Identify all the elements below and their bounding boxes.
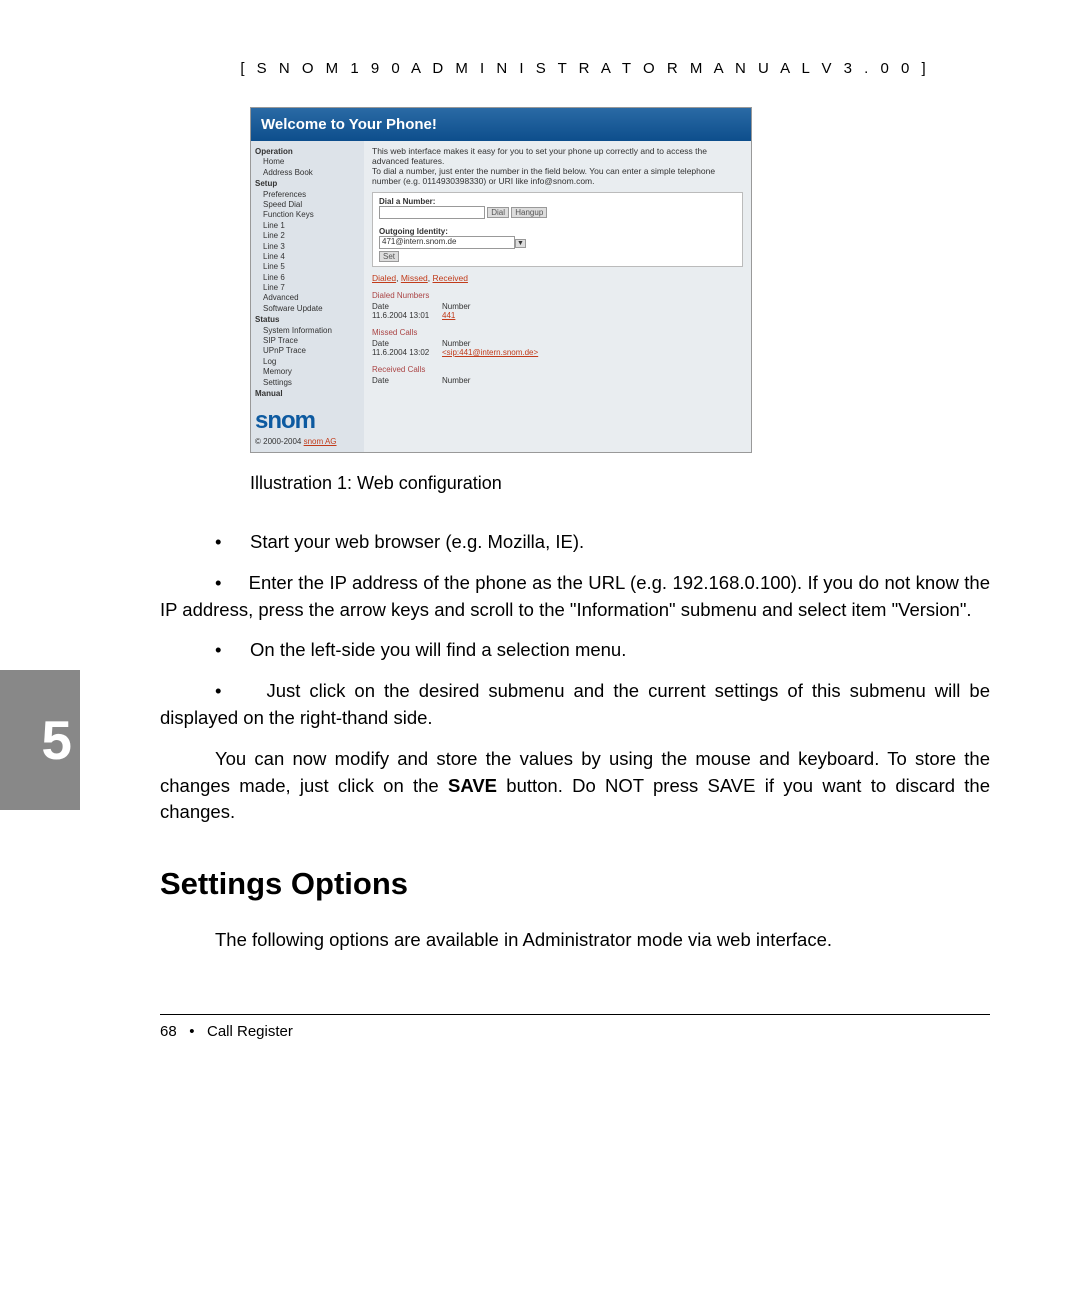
dial-button: Dial <box>487 207 509 218</box>
sidebar-item: System Information <box>255 326 360 336</box>
sidebar-item: Advanced <box>255 293 360 303</box>
sidebar-item: Line 6 <box>255 273 360 283</box>
sidebar-item: Line 4 <box>255 252 360 262</box>
web-config-screenshot: Welcome to Your Phone! Operation Home Ad… <box>250 107 752 453</box>
screenshot-sidebar: Operation Home Address Book Setup Prefer… <box>251 141 364 452</box>
sidebar-item: Line 3 <box>255 242 360 252</box>
sidebar-item: Log <box>255 357 360 367</box>
col-date: Date <box>372 339 442 348</box>
col-number: Number <box>442 302 470 311</box>
col-date: Date <box>372 302 442 311</box>
cell-date: 11.6.2004 13:02 <box>372 348 442 357</box>
chapter-number-tab: 5 <box>0 670 80 810</box>
sidebar-item: Line 5 <box>255 262 360 272</box>
sidebar-item: Home <box>255 157 360 167</box>
page-header: [ S N O M 1 9 0 A D M I N I S T R A T O … <box>180 60 990 77</box>
sidebar-item: SIP Trace <box>255 336 360 346</box>
illustration-caption: Illustration 1: Web configuration <box>250 473 990 494</box>
bullet-1: Start your web browser (e.g. Mozilla, IE… <box>250 531 584 552</box>
sidebar-item: Line 7 <box>255 283 360 293</box>
sidebar-item: UPnP Trace <box>255 346 360 356</box>
col-number: Number <box>442 339 470 348</box>
col-number: Number <box>442 376 470 385</box>
sidebar-item: Line 1 <box>255 221 360 231</box>
set-button: Set <box>379 251 399 262</box>
received-heading: Received Calls <box>372 365 743 374</box>
sidebar-item: Preferences <box>255 190 360 200</box>
snom-logo: snom <box>255 405 360 436</box>
sidebar-item: Software Update <box>255 304 360 314</box>
save-emphasis: SAVE <box>448 775 497 796</box>
screenshot-main: This web interface makes it easy for you… <box>364 141 751 452</box>
call-links: Dialed, Missed, Received <box>372 273 743 283</box>
sidebar-item: Address Book <box>255 168 360 178</box>
identity-select: 471@intern.snom.de <box>379 236 515 249</box>
col-date: Date <box>372 376 442 385</box>
para-options: The following options are available in A… <box>160 927 990 954</box>
bullet-3: On the left-side you will find a selecti… <box>250 639 626 660</box>
dial-panel: Dial a Number: Dial Hangup Outgoing Iden… <box>372 192 743 267</box>
identity-label: Outgoing Identity: <box>379 227 448 236</box>
page-number: 68 <box>160 1023 177 1040</box>
sidebar-heading: Operation <box>255 147 360 157</box>
intro-text: This web interface makes it easy for you… <box>372 146 743 166</box>
snom-ag-link: snom AG <box>304 437 337 446</box>
dial-label: Dial a Number: <box>379 197 435 206</box>
sidebar-item: Speed Dial <box>255 200 360 210</box>
copyright-text: © 2000-2004 snom AG <box>255 437 360 447</box>
body-content: •Start your web browser (e.g. Mozilla, I… <box>160 529 990 826</box>
cell-number: 441 <box>442 311 455 320</box>
sidebar-heading: Manual <box>255 389 360 399</box>
dial-input <box>379 206 485 219</box>
screenshot-title: Welcome to Your Phone! <box>251 108 751 141</box>
dialed-heading: Dialed Numbers <box>372 291 743 300</box>
bullet-4a: Just click on the desired submenu and th… <box>267 680 788 701</box>
settings-options-heading: Settings Options <box>160 866 990 902</box>
sidebar-item: Function Keys <box>255 210 360 220</box>
sidebar-item: Memory <box>255 367 360 377</box>
footer-section: Call Register <box>207 1023 293 1040</box>
missed-heading: Missed Calls <box>372 328 743 337</box>
sidebar-heading: Setup <box>255 179 360 189</box>
page-footer: 68 • Call Register <box>160 1014 990 1040</box>
sidebar-item: Settings <box>255 378 360 388</box>
hangup-button: Hangup <box>511 207 547 218</box>
sidebar-heading: Status <box>255 315 360 325</box>
cell-date: 11.6.2004 13:01 <box>372 311 442 320</box>
intro-text: To dial a number, just enter the number … <box>372 166 743 186</box>
bullet-2a: Enter the IP address of the phone as the… <box>249 572 673 593</box>
cell-number: <sip:441@intern.snom.de> <box>442 348 538 357</box>
sidebar-item: Line 2 <box>255 231 360 241</box>
